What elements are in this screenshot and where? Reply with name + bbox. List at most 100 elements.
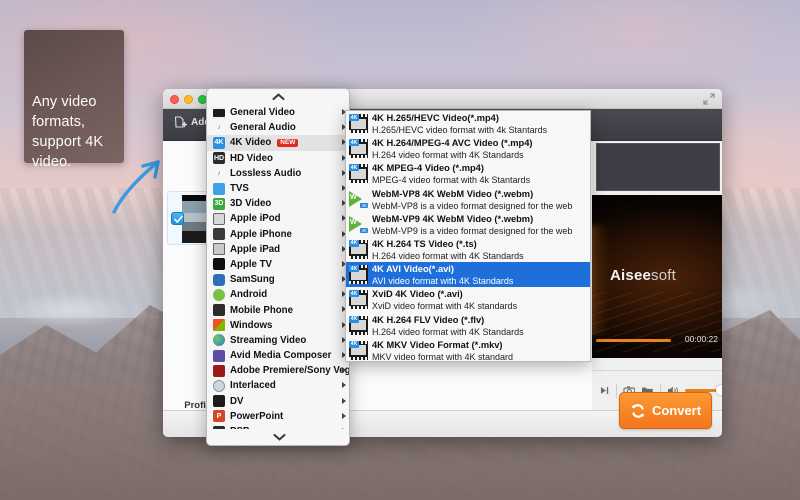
format-title: 4K AVI Video(*.avi) [372,264,454,275]
category-item-mobile-phone[interactable]: Mobile Phone [207,302,349,317]
fullscreen-expand-icon[interactable] [703,93,715,105]
timestamp-label: 00:00:22 [684,334,718,344]
category-item-apple-ipad[interactable]: Apple iPad [207,242,349,257]
format-title: 4K MKV Video Format (*.mkv) [372,339,503,350]
aiseesoft-logo: Aiseesoft [610,267,676,284]
category-item-label: Android [230,289,268,301]
category-item-powerpoint[interactable]: P PowerPoint [207,409,349,424]
category-item-label: Adobe Premiere/Sony Vegas [230,365,350,377]
format-item[interactable]: 4K 4K MKV Video Format (*.mkv) MKV video f… [346,338,590,362]
menu-scroll-up[interactable] [207,89,349,105]
avid-icon [213,349,225,362]
category-item-apple-tv[interactable]: Apple TV [207,257,349,272]
format-description: H.264 video format with 4K Standards [372,150,524,161]
format-item[interactable]: 4K 4K H.264/MPEG-4 AVC Video (*.mp4) H.264… [346,136,590,161]
format-title: 4K H.264 TS Video (*.ts) [372,238,477,249]
category-item-general-video[interactable]: General Video [207,105,349,120]
category-item-label: Streaming Video [230,334,307,346]
close-button[interactable] [170,95,179,104]
format-submenu[interactable]: 4K 4K H.265/HEVC Video(*.mp4) H.265/HEVC v… [345,110,591,362]
category-item-label: 3D Video [230,198,272,210]
new-badge: NEW [277,138,299,148]
mobile-icon [213,304,225,317]
category-item-samsung[interactable]: SamSung [207,272,349,287]
category-item-label: Windows [230,319,273,331]
film-4k-icon: 4K [349,114,368,133]
next-frame-icon[interactable] [599,385,610,396]
windows-icon [213,319,225,332]
category-item-lossless-audio[interactable]: ♪ Lossless Audio [207,166,349,181]
category-item-interlaced[interactable]: Interlaced [207,378,349,393]
category-item-label: Mobile Phone [230,304,293,316]
ipad-icon [213,243,225,256]
category-item-dv[interactable]: DV [207,394,349,409]
convert-label: Convert [651,403,702,418]
logo-light-text: soft [651,267,677,284]
format-title: 4K H.265/HEVC Video(*.mp4) [372,113,499,123]
category-context-menu[interactable]: General Video ♪ General Audio 4K 4K Video NEW… [206,88,350,446]
category-item-3d-video[interactable]: 3D 3D Video [207,196,349,211]
category-item-avid-media-composer[interactable]: Avid Media Composer [207,348,349,363]
powerpoint-icon: P [213,410,225,423]
format-title: 4K H.264/MPEG-4 AVC Video (*.mp4) [372,138,533,149]
curved-arrow-icon [112,160,160,214]
category-item-streaming-video[interactable]: Streaming Video [207,333,349,348]
category-item-label: Apple iPad [230,243,281,255]
dv-icon [213,395,225,408]
volume-knob[interactable] [716,385,722,395]
minimize-button[interactable] [184,95,193,104]
convert-button[interactable]: Convert [619,392,712,429]
category-item-apple-iphone[interactable]: Apple iPhone [207,227,349,242]
format-item[interactable]: W 4K WebM-VP9 4K WebM Video (*.webm) WebM-V… [346,212,590,237]
format-description: MPEG-4 video format with 4k Stantards [372,175,531,186]
format-description: MKV video format with 4K standard [372,351,514,362]
category-item-4k-video[interactable]: 4K 4K Video NEW [207,135,349,151]
desktop-wallpaper: Any video formats, support 4K video. Add… [0,0,800,500]
format-item[interactable]: 4K XviD 4K Video (*.avi) XviD video format… [346,287,590,312]
format-item[interactable]: W 4K WebM-VP8 4K WebM Video (*.webm) WebM-V… [346,187,590,212]
hd-icon: HD [213,152,225,165]
film-4k-icon: 4K [349,265,368,285]
category-item-label: PowerPoint [230,410,284,422]
format-description: XviD video format with 4K standards [372,301,518,312]
format-item[interactable]: 4K 4K H.264 FLV Video (*.flv) H.264 video … [346,313,590,338]
format-item[interactable]: 4K 4K H.264 TS Video (*.ts) H.264 video fo… [346,237,590,262]
interlaced-icon [213,379,225,392]
video-preview[interactable]: Aiseesoft 00:00:22 [592,195,722,358]
category-item-label: Apple iPhone [230,228,292,240]
category-item-adobe-premiere-sony-vegas[interactable]: Adobe Premiere/Sony Vegas [207,363,350,378]
film-4k-icon: 4K [349,290,368,310]
4k-icon: 4K [213,136,225,149]
submenu-arrow-icon [342,382,346,389]
globe-icon [213,334,225,347]
format-title: WebM-VP8 4K WebM Video (*.webm) [372,188,534,199]
category-list[interactable]: General Video ♪ General Audio 4K 4K Video NEW… [207,105,350,445]
category-item-label: General Audio [230,122,296,134]
format-item[interactable]: 4K 4K AVI Video(*.avi) AVI video format wi… [346,262,590,288]
logo-bold-text: Aisee [610,267,652,284]
webm-icon: W 4K [349,215,368,234]
category-item-hd-video[interactable]: HD HD Video [207,151,349,166]
category-item-apple-ipod[interactable]: Apple iPod [207,211,349,226]
category-item-windows[interactable]: Windows [207,318,349,333]
file-checkbox[interactable] [171,212,184,225]
submenu-arrow-icon [342,367,346,374]
chevron-up-icon [271,93,285,101]
category-item-android[interactable]: Android [207,287,349,302]
format-item[interactable]: 4K 4K MPEG-4 Video (*.mp4) MPEG-4 video fo… [346,161,590,186]
callout-panel: Any video formats, support 4K video. [24,30,124,170]
menu-scroll-down[interactable] [207,429,349,445]
category-item-general-audio[interactable]: ♪ General Audio [207,120,349,135]
category-item-tvs[interactable]: TVS [207,181,349,196]
category-item-label: TVS [230,183,249,195]
format-description: AVI video format with 4K Standards [372,276,514,287]
adobe-icon [213,364,225,377]
progress-bar[interactable] [596,339,671,342]
seek-bar-row[interactable]: 00:00:22 [592,334,722,348]
android-icon [213,288,225,301]
category-item-label: 4K Video [230,137,272,149]
control-divider [615,383,617,398]
format-item[interactable]: 4K 4K H.265/HEVC Video(*.mp4) H.265/HEVC v… [346,111,590,136]
category-item-label: Lossless Audio [230,167,302,179]
convert-arrows-icon [631,403,645,418]
